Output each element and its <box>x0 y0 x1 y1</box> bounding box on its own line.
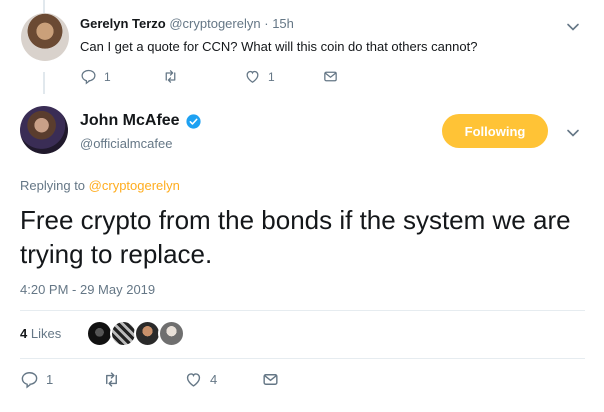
avatar[interactable] <box>134 320 161 347</box>
avatar[interactable] <box>20 106 68 154</box>
divider <box>20 358 585 359</box>
avatar[interactable] <box>158 320 185 347</box>
separator-dot: · <box>264 16 269 31</box>
parent-tweet: Gerelyn Terzo @cryptogerelyn · 15h Can I… <box>0 0 604 96</box>
following-button[interactable]: Following <box>442 114 548 148</box>
likes-stat[interactable]: 4 Likes <box>20 326 61 341</box>
tweet-header: Gerelyn Terzo @cryptogerelyn · 15h <box>80 16 294 31</box>
like-count: 1 <box>268 69 275 84</box>
thread-line <box>43 0 45 14</box>
reply-button[interactable]: 1 <box>20 370 53 389</box>
like-count: 4 <box>210 372 218 387</box>
retweet-button[interactable] <box>102 370 121 389</box>
avatar[interactable] <box>86 320 113 347</box>
author-handle[interactable]: @officialmcafee <box>80 136 172 151</box>
mention-link[interactable]: @cryptogerelyn <box>89 178 180 193</box>
replying-to: Replying to @cryptogerelyn <box>20 178 180 193</box>
avatar[interactable] <box>21 13 69 61</box>
heart-icon <box>246 70 259 83</box>
reply-button[interactable]: 1 <box>80 68 111 85</box>
author-name[interactable]: Gerelyn Terzo <box>80 16 166 31</box>
avatar[interactable] <box>110 320 137 347</box>
chevron-down-icon[interactable] <box>566 20 580 34</box>
retweet-icon <box>106 372 117 387</box>
tweet-actions: 1 1 <box>80 68 480 88</box>
reply-icon <box>21 372 38 389</box>
liker-avatars <box>86 320 185 347</box>
retweet-button[interactable] <box>162 68 179 85</box>
message-button[interactable] <box>261 370 280 389</box>
tweet-text: Can I get a quote for CCN? What will thi… <box>80 39 478 54</box>
thread-line <box>43 72 45 94</box>
author-name[interactable]: John McAfee <box>80 112 180 130</box>
chevron-down-icon[interactable] <box>566 126 580 140</box>
tweet-time[interactable]: 15h <box>272 16 294 31</box>
likes-label: Likes <box>30 326 62 341</box>
message-button[interactable] <box>322 68 339 85</box>
author-name-row: John McAfee <box>80 112 202 130</box>
heart-icon <box>186 373 201 387</box>
tweet-timestamp[interactable]: 4:20 PM - 29 May 2019 <box>20 282 155 297</box>
envelope-icon <box>263 374 278 385</box>
author-handle[interactable]: @cryptogerelyn <box>169 16 260 31</box>
tweet-actions: 1 4 <box>20 370 420 392</box>
reply-count: 1 <box>104 69 111 84</box>
reply-icon <box>81 69 96 85</box>
likes-count: 4 <box>20 326 28 341</box>
divider <box>20 310 585 311</box>
envelope-icon <box>324 71 337 82</box>
tweet-text: Free crypto from the bonds if the system… <box>20 205 571 269</box>
like-button[interactable]: 4 <box>184 370 217 389</box>
replying-prefix: Replying to <box>20 178 86 193</box>
reply-count: 1 <box>46 372 54 387</box>
retweet-icon <box>165 70 176 83</box>
verified-badge-icon <box>185 113 201 129</box>
like-button[interactable]: 1 <box>244 68 275 85</box>
